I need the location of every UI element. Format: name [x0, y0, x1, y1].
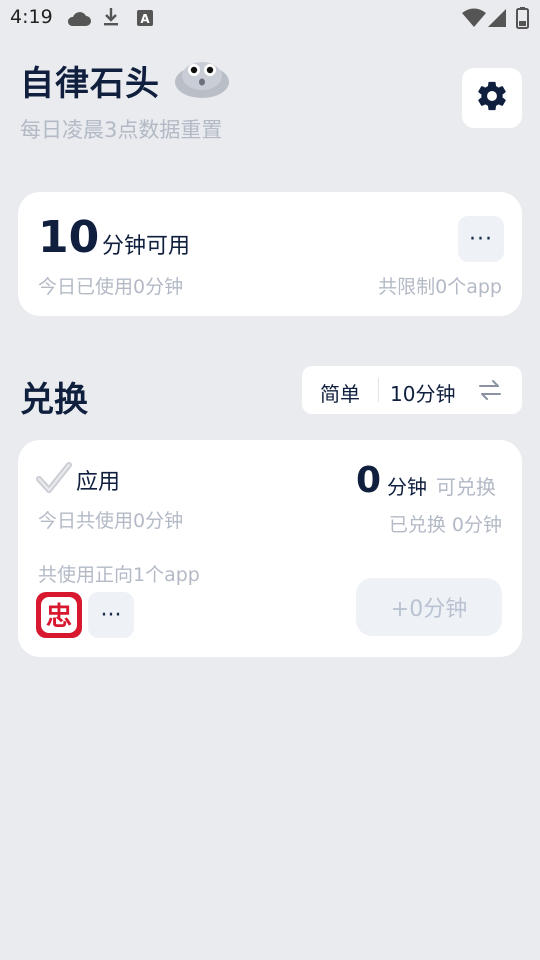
app-icon-glyph: 忠: [46, 602, 72, 632]
cellular-icon: [487, 8, 507, 32]
mode-divider: [378, 378, 379, 402]
available-label: 分钟可用: [102, 234, 191, 259]
app-category-label: 应用: [76, 470, 121, 495]
gear-icon: [475, 79, 509, 117]
download-icon: [102, 7, 120, 31]
exchangeable-unit: 分钟: [387, 475, 427, 499]
status-time: 4:19: [10, 6, 53, 28]
add-minutes-button[interactable]: +0分钟: [356, 578, 502, 636]
used-today-text: 今日已使用0分钟: [38, 276, 184, 298]
status-bar: 4:19 A: [0, 0, 540, 36]
app-title: 自律石头: [20, 64, 160, 104]
exchange-mode-selector[interactable]: 简单 10分钟: [302, 366, 522, 414]
available-time-card: 10 分钟可用 ··· 今日已使用0分钟 共限制0个app: [18, 192, 522, 316]
a-icon: A: [137, 10, 153, 30]
more-icon: ···: [469, 226, 493, 252]
battery-icon: [516, 7, 529, 33]
cloud-icon: [66, 10, 92, 31]
more-options-button[interactable]: ···: [458, 216, 504, 262]
more-apps-button[interactable]: ···: [88, 592, 134, 638]
exchange-app-card: 应用 0 分钟 可兑换 今日共使用0分钟 已兑换 0分钟 共使用正向1个app …: [18, 440, 522, 657]
exchange-section-title: 兑换: [20, 380, 88, 420]
exchangeable-minutes: 0: [356, 460, 382, 501]
reset-subtitle: 每日凌晨3点数据重置: [20, 118, 223, 142]
stone-mascot-icon: [172, 56, 232, 104]
limited-apps-text: 共限制0个app: [378, 276, 502, 298]
app-used-today-text: 今日共使用0分钟: [38, 510, 184, 532]
available-minutes: 10: [38, 212, 100, 263]
checkmark-icon: [36, 462, 72, 498]
mode-value-label: 10分钟: [390, 382, 456, 406]
app-screen: 4:19 A 自律石头 每日凌晨3点数据重置 10 分钟可用 ··· 今日已使用…: [0, 0, 540, 960]
svg-text:A: A: [140, 12, 150, 26]
swap-icon: [478, 379, 502, 405]
exchangeable-label: 可兑换: [436, 475, 496, 499]
positive-app-icon[interactable]: 忠: [36, 592, 82, 638]
mode-simple-label: 简单: [320, 382, 360, 406]
more-icon: ···: [100, 602, 122, 628]
wifi-icon: [462, 8, 486, 32]
settings-button[interactable]: [462, 68, 522, 128]
positive-app-count-text: 共使用正向1个app: [38, 564, 200, 586]
redeemed-text: 已兑换 0分钟: [388, 514, 502, 536]
